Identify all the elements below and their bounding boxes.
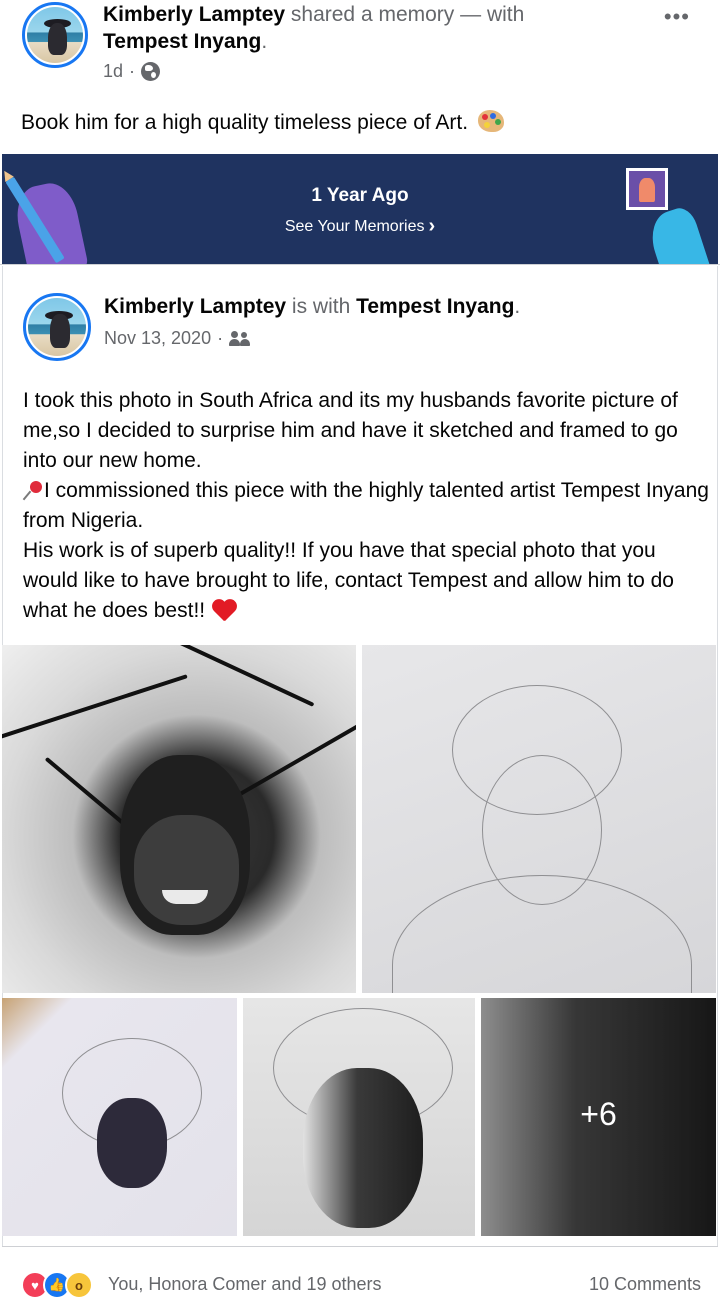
memory-title: 1 Year Ago [311,185,409,206]
globe-icon [141,62,161,81]
chevron-right-icon: › [428,215,436,237]
photo-more-overlay[interactable]: +6 [481,998,716,1236]
author-avatar[interactable] [22,2,88,68]
author-name-link[interactable]: Kimberly Lamptey [103,3,285,26]
see-memories-link[interactable]: See Your Memories › [2,215,718,238]
photo-original-portrait[interactable] [2,645,356,993]
more-options-icon[interactable]: ••• [664,4,690,30]
original-tagged-link[interactable]: Tempest Inyang [356,295,514,318]
tagged-line: Tempest Inyang. [103,28,267,55]
shared-caption: Book him for a high quality timeless pie… [21,110,504,135]
body-paragraph-3: His work is of superb quality!! If you h… [23,536,713,626]
photo-sketch-outline[interactable] [362,645,716,993]
friends-icon [229,330,251,347]
share-action-text: shared a memory — with [290,3,525,26]
original-author-avatar[interactable] [23,293,91,361]
original-post-meta: Nov 13, 2020 · [104,328,251,349]
comments-count-link[interactable]: 10 Comments [589,1274,701,1295]
body-paragraph-2-text: I commissioned this piece with the highl… [23,479,709,532]
more-photos-count: +6 [580,1096,617,1132]
original-author-link[interactable]: Kimberly Lamptey [104,295,286,318]
tagged-period: . [261,30,268,53]
divider [0,264,720,265]
body-paragraph-1: I took this photo in South Africa and it… [23,389,678,472]
photo-drawing-progress-2[interactable] [243,998,475,1236]
original-tagged-period: . [514,295,521,318]
shared-post-title: Kimberly Lamptey shared a memory — with [103,1,524,28]
original-post-title: Kimberly Lamptey is with Tempest Inyang. [104,293,520,320]
post-body: I took this photo in South Africa and it… [23,386,713,626]
artist-palette-icon [477,110,504,132]
body-paragraph-2: I commissioned this piece with the highl… [23,476,713,536]
reactions-bar: ♥ 👍 o You, Honora Comer and 19 others 10… [2,1246,718,1305]
red-heart-icon [211,598,237,622]
pushpin-icon [23,480,43,500]
caption-text: Book him for a high quality timeless pie… [21,111,469,134]
reaction-icons[interactable]: ♥ 👍 o [21,1271,93,1299]
shared-post-header: Kimberly Lamptey shared a memory — with … [0,0,720,100]
tagged-person-link[interactable]: Tempest Inyang [103,30,261,53]
photo-drawing-progress-1[interactable] [2,998,237,1236]
see-memories-label: See Your Memories [284,218,425,235]
reactions-summary[interactable]: You, Honora Comer and 19 others [108,1274,382,1295]
picture-frame-icon [626,168,668,210]
with-text: is with [291,295,351,318]
body-paragraph-3-text: His work is of superb quality!! If you h… [23,539,674,622]
wow-reaction-icon: o [65,1271,93,1299]
memory-banner[interactable]: 1 Year Ago See Your Memories › [2,154,718,264]
meta-separator: · [217,328,224,348]
original-post-date[interactable]: Nov 13, 2020 [104,328,211,349]
meta-separator: · [129,61,136,81]
post-time[interactable]: 1d [103,61,123,82]
post-meta: 1d · [103,61,161,82]
